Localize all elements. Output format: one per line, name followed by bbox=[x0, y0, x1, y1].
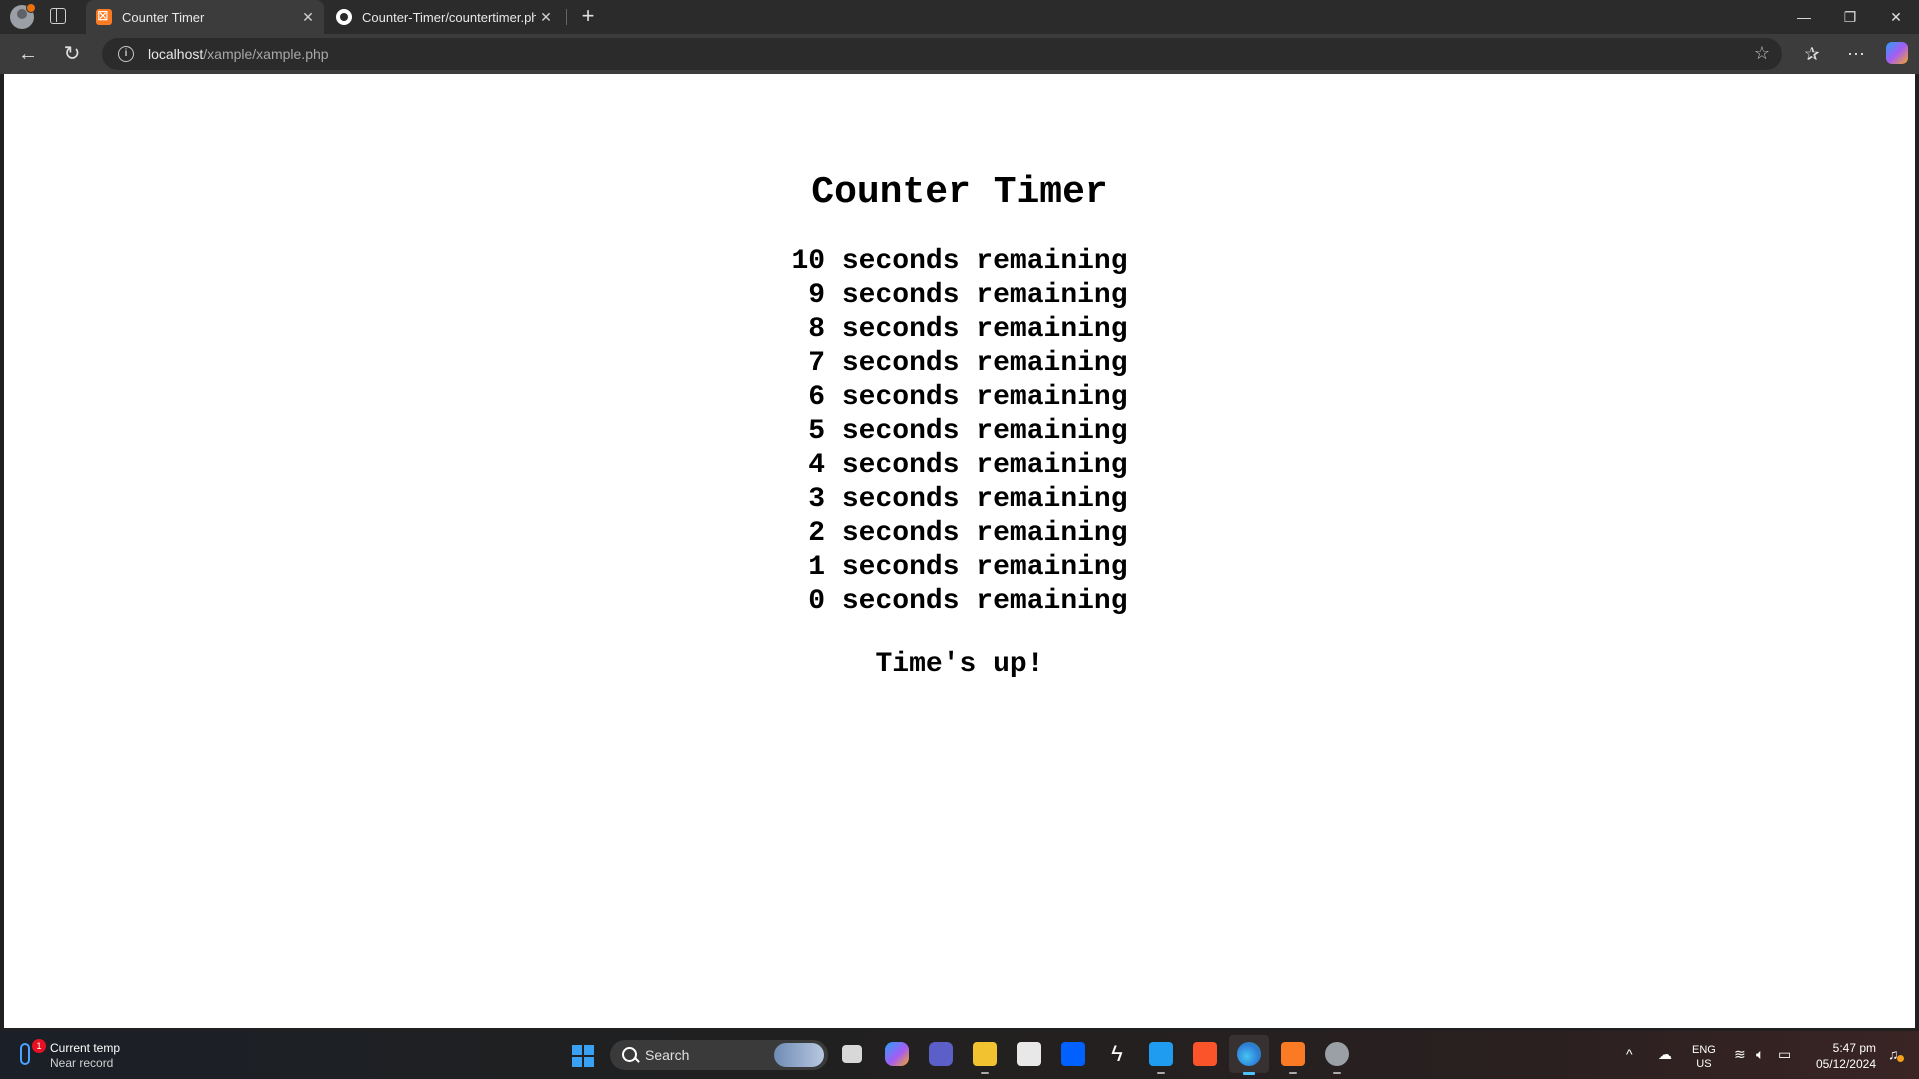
countdown-line: 10 seconds remaining bbox=[791, 246, 1128, 277]
tab-counter-timer[interactable]: Counter Timer ✕ bbox=[86, 0, 324, 34]
tab-separator bbox=[566, 9, 567, 25]
close-window-icon[interactable]: ✕ bbox=[1873, 0, 1919, 34]
language-indicator[interactable]: ENG US bbox=[1692, 1043, 1716, 1071]
page-title: Counter Timer bbox=[811, 171, 1108, 214]
thermometer-icon bbox=[20, 1043, 30, 1065]
dropbox-icon[interactable] bbox=[1061, 1042, 1085, 1066]
start-windows-icon[interactable] bbox=[572, 1045, 594, 1067]
countdown-line: 2 seconds remaining bbox=[791, 518, 1128, 549]
new-tab-icon[interactable]: + bbox=[576, 4, 600, 28]
wifi-icon[interactable]: ≋ bbox=[1734, 1046, 1746, 1063]
refresh-icon[interactable]: ↻ bbox=[58, 40, 86, 68]
close-tab-icon[interactable]: ✕ bbox=[298, 9, 318, 26]
countdown-line: 6 seconds remaining bbox=[791, 382, 1128, 413]
taskbar-search[interactable]: Search bbox=[610, 1040, 828, 1070]
xampp-taskbar-icon[interactable] bbox=[1281, 1042, 1305, 1074]
more-options-icon[interactable]: ⋯ bbox=[1842, 40, 1870, 68]
countdown-line: 5 seconds remaining bbox=[791, 416, 1128, 447]
taskbar: 1 Current temp Near record Search ϟ ^ ☁ … bbox=[0, 1031, 1919, 1079]
countdown-line: 1 seconds remaining bbox=[791, 552, 1128, 583]
chevron-up-icon[interactable]: ^ bbox=[1626, 1046, 1633, 1062]
tab-bar: Counter Timer ✕ Counter-Timer/countertim… bbox=[0, 0, 1919, 34]
task-view-icon[interactable] bbox=[842, 1045, 862, 1063]
back-icon[interactable]: ← bbox=[14, 40, 42, 68]
weather-badge: 1 bbox=[32, 1039, 46, 1053]
clock-date: 05/12/2024 bbox=[1815, 1057, 1876, 1071]
copilot-icon[interactable] bbox=[1886, 42, 1908, 64]
browser-toolbar: ← ↻ i localhost/xample/xample.php ☆ ✰ ⋯ bbox=[0, 34, 1919, 74]
volume-icon[interactable]: 🔈︎ bbox=[1756, 1046, 1764, 1063]
language-region: US bbox=[1696, 1058, 1712, 1070]
url-path: /xample/xample.php bbox=[203, 46, 329, 62]
tab-title: Counter-Timer/countertimer.php bbox=[362, 9, 536, 25]
search-highlight-image bbox=[774, 1043, 824, 1067]
close-tab-icon[interactable]: ✕ bbox=[536, 9, 556, 26]
vscode-icon[interactable] bbox=[1149, 1042, 1173, 1074]
notification-dot bbox=[1897, 1055, 1904, 1062]
tab-actions-icon[interactable] bbox=[50, 8, 66, 24]
lightning-app-icon[interactable]: ϟ bbox=[1105, 1042, 1129, 1066]
cloud-offline-icon[interactable]: ☁ bbox=[1658, 1046, 1672, 1063]
microsoft-store-icon[interactable] bbox=[1017, 1042, 1041, 1066]
clock-time: 5:47 pm bbox=[1832, 1041, 1876, 1055]
search-label: Search bbox=[645, 1047, 690, 1063]
settings-gear-icon[interactable] bbox=[1325, 1042, 1349, 1074]
countdown-list: 10 seconds remaining 9 seconds remaining… bbox=[4, 245, 1915, 619]
countdown-line: 4 seconds remaining bbox=[791, 450, 1128, 481]
github-icon bbox=[336, 9, 352, 25]
address-bar[interactable]: i localhost/xample/xample.php ☆ bbox=[102, 38, 1782, 70]
page-viewport: Counter Timer 10 seconds remaining 9 sec… bbox=[4, 74, 1915, 1028]
minimize-icon[interactable]: — bbox=[1781, 0, 1827, 34]
restore-icon[interactable]: ❐ bbox=[1827, 0, 1873, 34]
file-explorer-icon[interactable] bbox=[973, 1042, 997, 1074]
search-icon bbox=[622, 1047, 637, 1062]
countdown-line: 8 seconds remaining bbox=[791, 314, 1128, 345]
site-info-icon[interactable]: i bbox=[118, 46, 134, 62]
tab-title: Counter Timer bbox=[122, 9, 205, 25]
xampp-icon bbox=[96, 7, 112, 25]
taskbar-clock[interactable]: 5:47 pm 05/12/2024 bbox=[1812, 1040, 1876, 1072]
countdown-line: 3 seconds remaining bbox=[791, 484, 1128, 515]
times-up-message: Time's up! bbox=[875, 649, 1044, 680]
edge-icon[interactable] bbox=[1229, 1035, 1269, 1075]
countdown-line: 9 seconds remaining bbox=[791, 280, 1128, 311]
copilot-app-icon[interactable] bbox=[885, 1042, 909, 1066]
weather-line1: Current temp bbox=[50, 1041, 121, 1055]
teams-icon[interactable] bbox=[929, 1042, 953, 1066]
language-code: ENG bbox=[1692, 1044, 1716, 1056]
favorites-icon[interactable]: ✰ bbox=[1798, 40, 1826, 68]
brave-icon[interactable] bbox=[1193, 1042, 1217, 1066]
favorite-star-icon[interactable]: ☆ bbox=[1754, 43, 1770, 64]
battery-icon[interactable]: ▭ bbox=[1778, 1046, 1791, 1063]
url-host: localhost bbox=[148, 46, 204, 62]
weather-line2: Near record bbox=[50, 1056, 114, 1070]
countdown-line: 0 seconds remaining bbox=[791, 586, 1128, 617]
weather-widget[interactable]: 1 Current temp Near record bbox=[20, 1039, 160, 1071]
tab-github-countertimer[interactable]: Counter-Timer/countertimer.php ✕ bbox=[326, 0, 562, 34]
profile-notification-dot bbox=[26, 3, 36, 13]
countdown-line: 7 seconds remaining bbox=[791, 348, 1128, 379]
url-text[interactable]: localhost/xample/xample.php bbox=[148, 46, 329, 62]
